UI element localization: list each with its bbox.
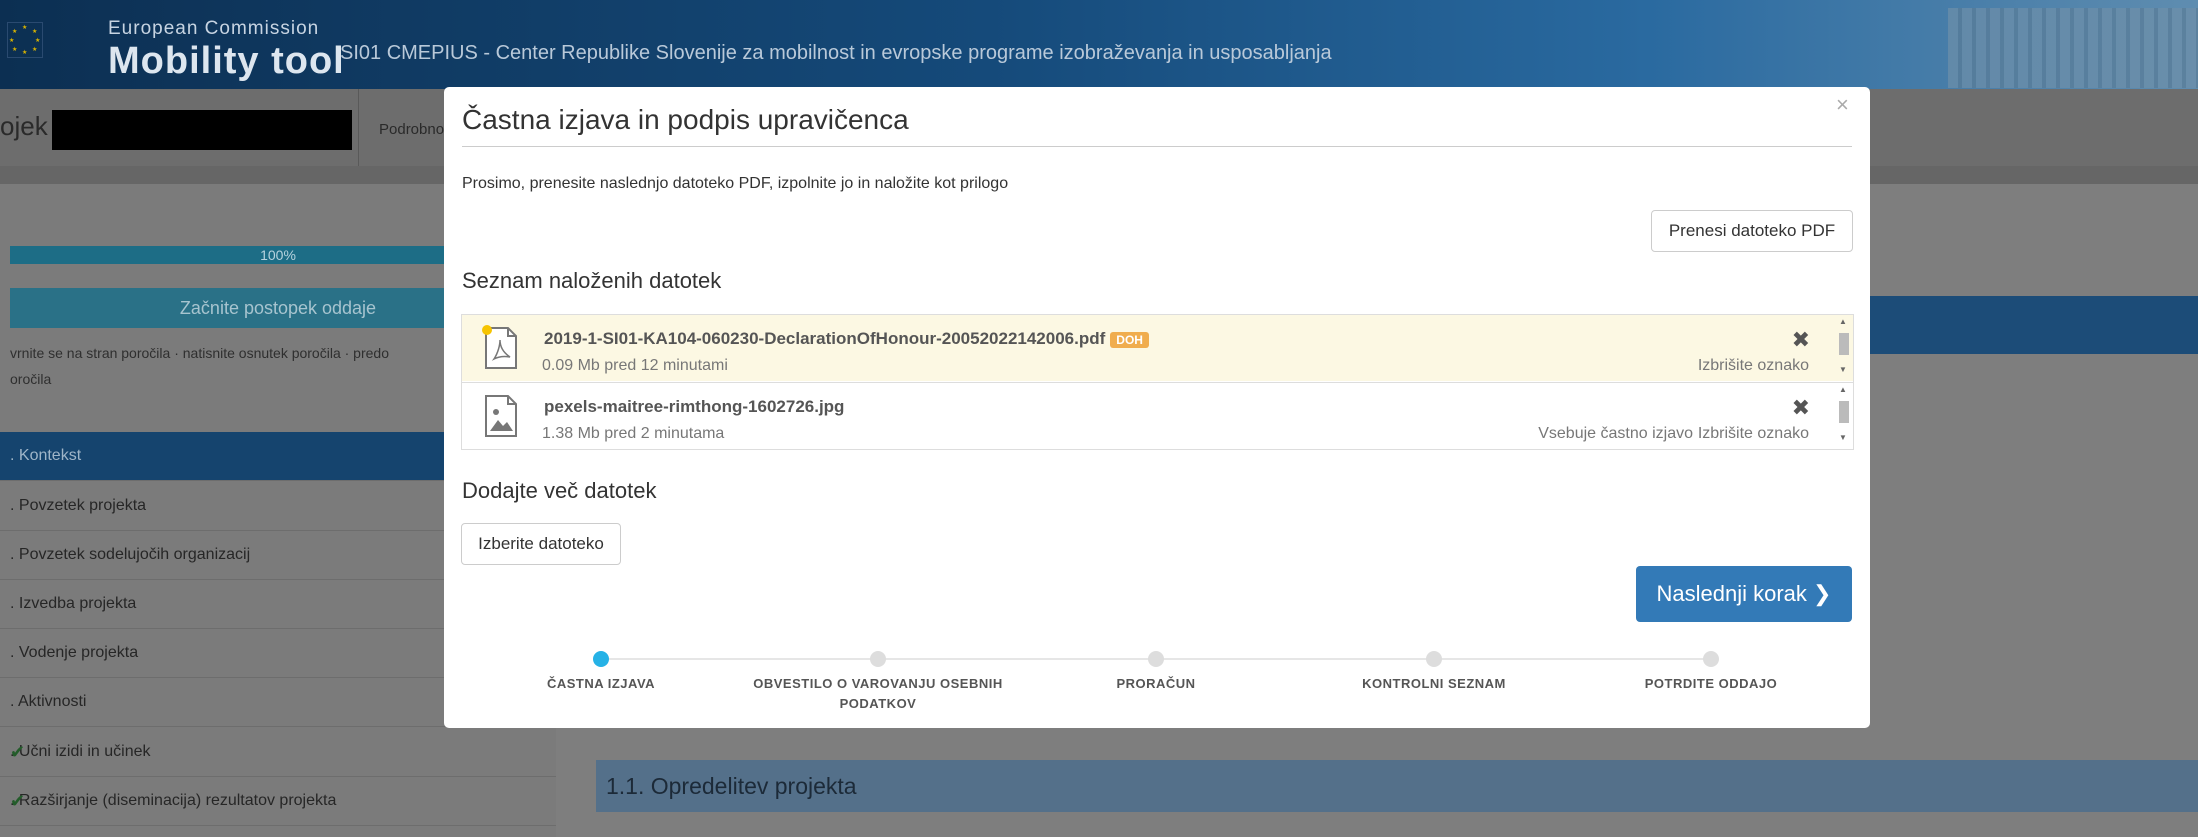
- add-files-title: Dodajte več datotek: [462, 478, 657, 503]
- report-links[interactable]: vrnite se na stran poročila · natisnite …: [10, 340, 450, 392]
- file-row: 2019-1-SI01-KA104-060230-DeclarationOfHo…: [462, 315, 1853, 381]
- file-size: 0.09 Mb: [542, 357, 600, 374]
- image-file-icon: [485, 395, 517, 437]
- uploaded-files-title: Seznam naloženih datotek: [462, 268, 722, 293]
- details-label: Podrobno: [379, 121, 445, 138]
- download-pdf-button[interactable]: Prenesi datoteko PDF: [1651, 210, 1853, 252]
- sidebar-item-label: . Aktivnosti: [10, 693, 87, 710]
- sidebar-item-label: . Razširjanje (diseminacija) rezultatov …: [10, 792, 337, 809]
- file-time: pred 2 minutama: [604, 425, 725, 442]
- building-image: [1948, 8, 2198, 88]
- app-header: ★ ★ ★ ★ ★ ★ ★ ★ European Commission Mobility …: [0, 0, 2198, 89]
- doh-badge: DOH: [1110, 331, 1149, 348]
- file-name[interactable]: pexels-maitree-rimthong-1602726.jpg: [544, 397, 844, 417]
- sidebar-item[interactable]: . Učni izidi in učinek ✔: [0, 728, 556, 777]
- step-label: OBVESTILO O VAROVANJU OSEBNIH PODATKOV: [753, 676, 1003, 711]
- close-icon[interactable]: ×: [1836, 92, 1849, 118]
- modal-intro: Prosimo, prenesite naslednjo datoteko PD…: [462, 175, 1009, 192]
- brand-top: European Commission: [108, 18, 320, 39]
- check-icon: ✔: [10, 791, 26, 811]
- delete-icon[interactable]: ✖: [1792, 395, 1810, 421]
- scrollbar[interactable]: ▲ ▼: [1837, 385, 1851, 447]
- pdf-file-icon: [482, 325, 517, 369]
- next-step-button[interactable]: Naslednji korak ❯: [1636, 566, 1852, 622]
- project-label: ojek: [0, 111, 48, 141]
- eu-flag-icon: ★ ★ ★ ★ ★ ★ ★ ★: [7, 22, 43, 58]
- step-dot[interactable]: [870, 651, 886, 667]
- sidebar-item-label: . Povzetek projekta: [10, 497, 147, 514]
- step-dot[interactable]: [593, 651, 609, 667]
- progress-text: 100%: [260, 247, 296, 263]
- organisation-name: SI01 CMEPIUS - Center Republike Slovenij…: [340, 42, 1332, 64]
- file-time: pred 12 minutami: [604, 357, 728, 374]
- uploaded-files-list: 2019-1-SI01-KA104-060230-DeclarationOfHo…: [461, 314, 1854, 450]
- next-step-label: Naslednji korak: [1656, 581, 1807, 606]
- sidebar-item-label: . Kontekst: [10, 447, 82, 464]
- step-label: KONTROLNI SEZNAM: [1362, 676, 1506, 691]
- scrollbar[interactable]: ▲ ▼: [1837, 317, 1851, 379]
- file-size: 1.38 Mb: [542, 425, 600, 442]
- modal-title: Častna izjava in podpis upravičenca: [462, 104, 909, 135]
- honour-status: Vsebuje častno izjavo: [1538, 425, 1693, 442]
- wizard-steps: ČASTNA IZJAVA OBVESTILO O VAROVANJU OSEBN…: [480, 650, 1810, 711]
- step-label: PRORAČUN: [1116, 676, 1196, 691]
- sidebar-item-label: . Izvedba projekta: [10, 595, 137, 612]
- file-name[interactable]: 2019-1-SI01-KA104-060230-DeclarationOfHo…: [544, 329, 1105, 348]
- chevron-right-icon: ❯: [1813, 581, 1832, 606]
- sidebar-item[interactable]: . Razširjanje (diseminacija) rezultatov …: [0, 777, 556, 826]
- select-file-button[interactable]: Izberite datoteko: [461, 523, 621, 565]
- section-title: 1.1. Opredelitev projekta: [596, 760, 2198, 812]
- report-links-line1[interactable]: vrnite se na stran poročila · natisnite …: [10, 340, 450, 366]
- sidebar-item-label: . Povzetek sodelujočih organizacij: [10, 546, 251, 563]
- remove-label-link[interactable]: Izbrišite oznako: [1698, 425, 1809, 443]
- sidebar-item-label: . Učni izidi in učinek: [10, 743, 151, 760]
- step-dot[interactable]: [1148, 651, 1164, 667]
- delete-icon[interactable]: ✖: [1792, 327, 1810, 353]
- step-dot[interactable]: [1426, 651, 1442, 667]
- remove-label-link[interactable]: Izbrišite oznako: [1698, 357, 1809, 375]
- file-row: pexels-maitree-rimthong-1602726.jpg 1.38…: [462, 382, 1853, 449]
- sidebar-item-label: . Vodenje projekta: [10, 644, 139, 661]
- brand-main[interactable]: Mobility tool: [108, 40, 345, 83]
- divider: [462, 146, 1852, 147]
- step-label: ČASTNA IZJAVA: [546, 676, 656, 691]
- redacted-project-id: [52, 110, 352, 150]
- step-dot[interactable]: [1703, 651, 1719, 667]
- check-icon: ✔: [10, 742, 26, 762]
- step-label: POTRDITE ODDAJO: [1644, 676, 1778, 691]
- report-links-line2[interactable]: oročila: [10, 366, 450, 392]
- details-tab[interactable]: Podrobno: [358, 89, 449, 166]
- right-panel-header: [1860, 296, 2198, 354]
